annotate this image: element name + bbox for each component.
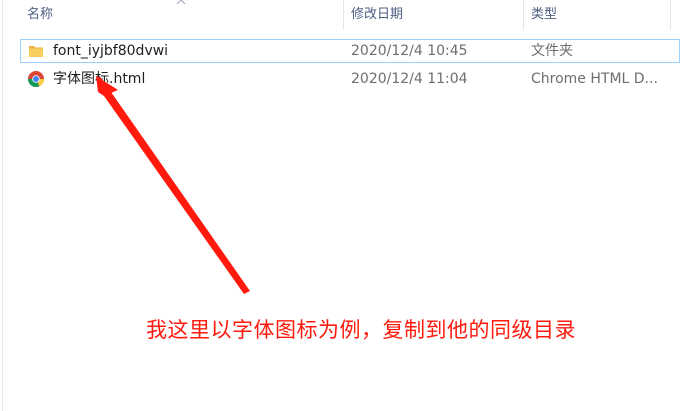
file-modified-date: 2020/12/4 11:04 (351, 71, 468, 87)
file-type: Chrome HTML D... (531, 71, 658, 87)
file-name: font_iyjbf80dvwi (53, 43, 169, 59)
annotation-text: 我这里以字体图标为例，复制到他的同级目录 (146, 318, 576, 342)
file-name: 字体图标.html (53, 71, 146, 87)
column-name-header[interactable]: 名称 (27, 0, 53, 30)
column-separator[interactable] (343, 0, 344, 30)
file-row-html[interactable]: 字体图标.html 2020/12/4 11:04 Chrome HTML D.… (20, 67, 680, 91)
column-separator[interactable] (670, 0, 671, 30)
chrome-icon (28, 71, 44, 87)
file-explorer-view: 名称 修改日期 类型 font_iyjbf80dvwi 2020/12/4 10… (0, 0, 680, 411)
column-header: 名称 修改日期 类型 (0, 0, 680, 30)
file-modified-date: 2020/12/4 10:45 (351, 43, 468, 59)
left-border (2, 0, 3, 411)
folder-icon (29, 46, 43, 57)
column-separator[interactable] (523, 0, 524, 30)
column-type-header[interactable]: 类型 (531, 0, 557, 30)
column-modified-header[interactable]: 修改日期 (351, 0, 403, 30)
file-type: 文件夹 (531, 43, 573, 59)
file-row-folder[interactable]: font_iyjbf80dvwi 2020/12/4 10:45 文件夹 (20, 39, 680, 63)
sort-ascending-icon (176, 0, 186, 5)
